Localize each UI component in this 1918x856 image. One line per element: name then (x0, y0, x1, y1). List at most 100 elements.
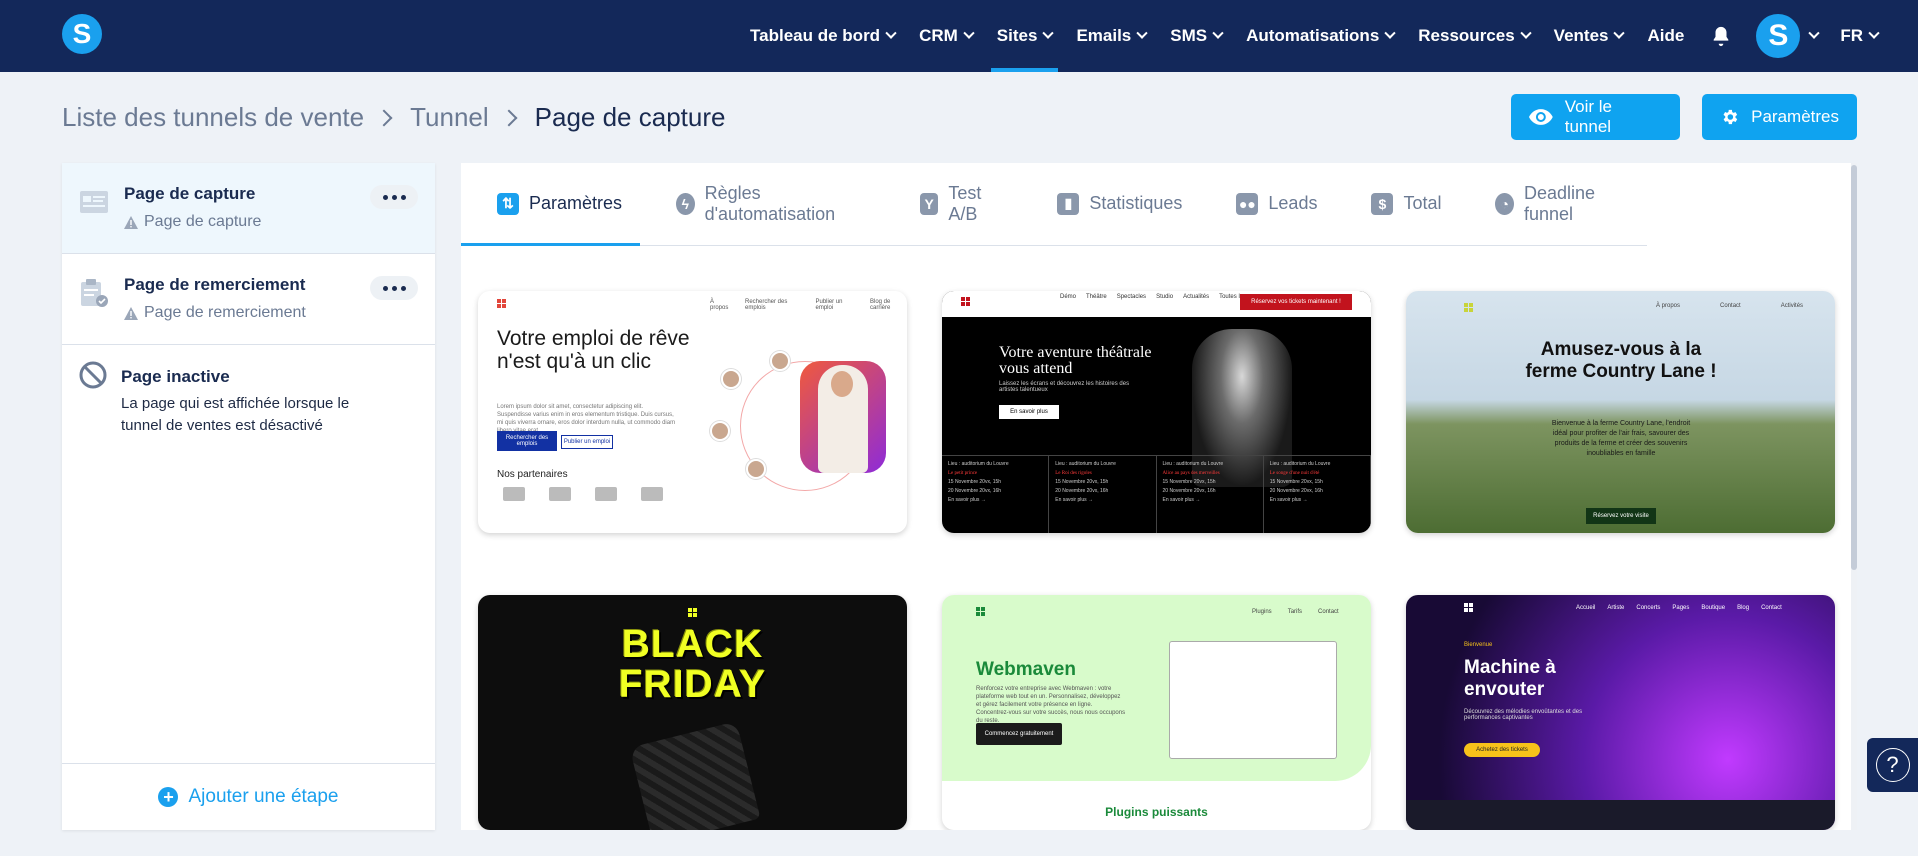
nav-label: Ventes (1553, 26, 1609, 45)
nav-label: Tableau de bord (750, 26, 881, 45)
template-card-webmaven[interactable]: Plugins Tarifs Contact Webmaven Renforce… (942, 595, 1371, 830)
settings-button[interactable]: Paramètres (1702, 94, 1857, 140)
tab-leads[interactable]: ●● Leads (1200, 163, 1335, 245)
hero-photo-face (831, 371, 853, 397)
template-nav-item: Théâtre (1086, 294, 1107, 300)
step-subtitle-text: Page de capture (144, 213, 262, 230)
event-title: Le Roi des rigoles (1055, 471, 1092, 476)
event-place: Lieu : auditorium du Louvre (1269, 461, 1331, 467)
nav-item-emails[interactable]: Emails (1064, 0, 1158, 72)
user-menu[interactable]: S (1746, 14, 1828, 58)
nav-item-dashboard[interactable]: Tableau de bord (738, 0, 907, 72)
event-date: 15 Novembre 20vx, 15h (948, 479, 1002, 485)
template-card-job-board[interactable]: À propos Rechercher des emplois Publier … (478, 291, 907, 533)
template-partners-label: Nos partenaires (497, 469, 568, 480)
add-step-button[interactable]: + Ajouter une étape (62, 763, 435, 830)
app-logo[interactable]: S (62, 14, 102, 54)
clipboard-check-icon (81, 279, 108, 307)
event-link: En savoir plus → (1269, 497, 1308, 503)
brand-logo-icon (976, 607, 985, 616)
tab-statistics[interactable]: ▮ Statistiques (1021, 163, 1200, 245)
template-nav-item: Concerts (1636, 605, 1661, 611)
template-primary-button: Rechercher des emplois (497, 431, 557, 451)
partner-logo (641, 487, 663, 501)
template-nav: À propos Contact Activités (1656, 303, 1803, 309)
event-date: 15 Novembre 20vx, 15h (1055, 479, 1109, 485)
template-nav-item: Démo (1060, 294, 1077, 300)
brand-logo-icon (1464, 603, 1473, 612)
inactive-page-step[interactable]: Page inactive La page qui est affichée l… (62, 345, 435, 445)
chart-icon: ▮ (1057, 192, 1080, 215)
nav-item-resources[interactable]: Ressources (1406, 0, 1541, 72)
nav-item-sites[interactable]: Sites (985, 0, 1065, 72)
nav-label: Sites (996, 26, 1038, 45)
brand-logo-icon (688, 608, 697, 617)
scrollbar[interactable] (1851, 163, 1857, 830)
template-nav-item: Plugins (1252, 609, 1272, 615)
template-nav-item: Blog de carrière (870, 299, 891, 311)
more-options-button[interactable] (370, 185, 418, 209)
tab-ab-test[interactable]: Y Test A/B (884, 163, 1021, 245)
dot (391, 194, 397, 200)
step-subtitle: Page de capture (124, 213, 261, 231)
tab-settings[interactable]: ⇅ Paramètres (461, 163, 641, 246)
event-title: Alice au pays des merveilles (1162, 471, 1220, 476)
template-card-farm[interactable]: À propos Contact Activités Amusez-vous à… (1406, 291, 1835, 533)
breadcrumb-funnel-list[interactable]: Liste des tunnels de vente (62, 102, 364, 133)
breadcrumb-funnel[interactable]: Tunnel (410, 102, 489, 133)
language-selector[interactable]: FR (1828, 0, 1890, 72)
chevron-down-icon (885, 27, 897, 39)
profile-bubble (746, 459, 766, 479)
partner-logo (503, 487, 525, 501)
tab-deadline-funnel[interactable]: ◔ Deadline funnel (1459, 163, 1647, 245)
template-nav: À propos Rechercher des emplois Publier … (710, 299, 907, 311)
template-body: Bienvenue à la ferme Country Lane, l'end… (1551, 420, 1691, 457)
template-card-black-friday[interactable]: BLACK FRIDAY (478, 595, 907, 830)
step-subtitle: Page de remerciement (124, 304, 306, 322)
event-cell: Lieu : auditorium du Louvre Le petit prin… (942, 456, 1050, 533)
view-funnel-button[interactable]: Voir le tunnel (1511, 94, 1680, 140)
nav-item-automations[interactable]: Automatisations (1234, 0, 1406, 72)
split-icon: Y (920, 192, 939, 215)
step-thank-you-page[interactable]: Page de remerciement Page de remerciemen… (62, 254, 435, 345)
events-grid: Lieu : auditorium du Louvre Le petit prin… (942, 455, 1371, 533)
template-nav: Démo Théâtre Spectacles Studio Actualité… (1060, 294, 1264, 300)
sliders-icon: ⇅ (497, 192, 519, 215)
template-body: Renforcez votre entreprise avec Webmaven… (976, 686, 1126, 724)
tab-label: Règles d'automatisation (704, 182, 836, 224)
more-options-button[interactable] (370, 276, 418, 300)
event-date: 20 Novembre 20vx, 16h (1162, 488, 1216, 494)
template-nav-item: Pages (1672, 605, 1690, 611)
template-secondary-button: Publier un emploi (561, 435, 613, 449)
template-nav-item: À propos (1656, 303, 1681, 309)
language-label: FR (1840, 26, 1863, 45)
help-button[interactable]: ? (1867, 738, 1918, 792)
dot (391, 285, 397, 291)
tab-total[interactable]: $ Total (1335, 163, 1459, 245)
top-navigation-bar: S Tableau de bord CRM Sites Emails SMS A… (0, 0, 1918, 72)
chevron-down-icon (1212, 27, 1224, 39)
template-headline: BLACK FRIDAY (478, 625, 907, 705)
nav-item-crm[interactable]: CRM (907, 0, 985, 72)
chevron-down-icon (1613, 27, 1626, 39)
step-capture-page[interactable]: Page de capture Page de capture (62, 163, 435, 254)
step-subtitle-text: Page de remerciement (144, 304, 306, 321)
event-link: En savoir plus → (1162, 497, 1201, 503)
scrollbar-thumb[interactable] (1851, 165, 1857, 570)
nav-item-sales[interactable]: Ventes (1542, 0, 1636, 72)
template-card-music[interactable]: Accueil Artiste Concerts Pages Boutique … (1406, 595, 1835, 830)
template-nav-item: Actualités (1183, 294, 1210, 300)
event-date: 20 Novembre 20vx, 16h (1269, 488, 1323, 494)
dot (400, 285, 406, 291)
app-screenshot-image (1169, 641, 1337, 759)
template-cta-button: Réservez vos tickets maintenant ! (1240, 294, 1352, 310)
template-nav-item: Studio (1156, 294, 1174, 300)
template-kicker: Bienvenue (1464, 642, 1493, 648)
nav-item-help[interactable]: Aide (1635, 0, 1696, 72)
bell-icon[interactable] (1710, 25, 1732, 47)
nav-item-sms[interactable]: SMS (1158, 0, 1234, 72)
gear-icon (1723, 109, 1738, 125)
template-section-title: Plugins puissants (1105, 805, 1208, 819)
template-card-theatre[interactable]: Démo Théâtre Spectacles Studio Actualité… (942, 291, 1371, 533)
tab-automation-rules[interactable]: ϟ Règles d'automatisation (640, 163, 884, 245)
